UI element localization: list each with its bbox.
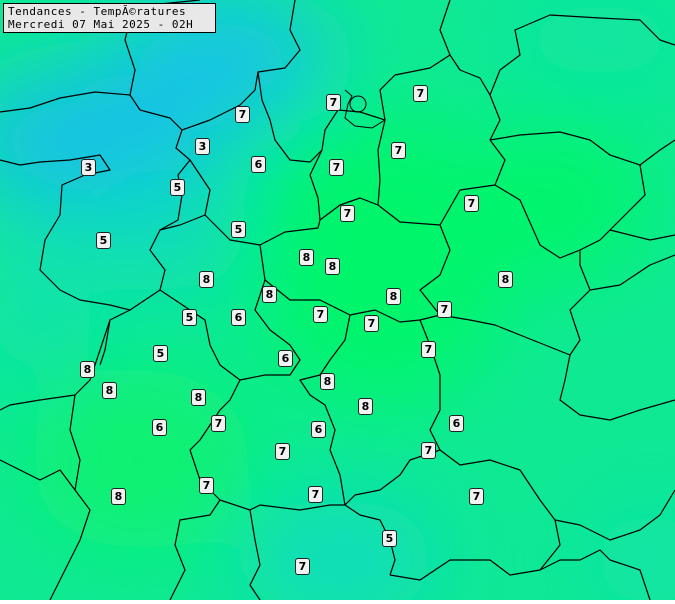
- station-value: 8: [299, 249, 314, 266]
- map-title: Tendances - TempÃ©ratures Mercredi 07 Ma…: [3, 3, 216, 33]
- station-value: 5: [96, 232, 111, 249]
- station-value: 8: [111, 488, 126, 505]
- station-value: 7: [313, 306, 328, 323]
- station-value: 6: [152, 419, 167, 436]
- station-value: 8: [386, 288, 401, 305]
- station-value: 6: [278, 350, 293, 367]
- station-value: 8: [191, 389, 206, 406]
- station-value: 5: [182, 309, 197, 326]
- station-value: 7: [211, 415, 226, 432]
- station-value: 7: [413, 85, 428, 102]
- station-value: 7: [275, 443, 290, 460]
- station-value: 5: [231, 221, 246, 238]
- station-value: 5: [170, 179, 185, 196]
- station-value: 8: [199, 271, 214, 288]
- station-value: 6: [231, 309, 246, 326]
- station-value: 3: [81, 159, 96, 176]
- station-value: 7: [364, 315, 379, 332]
- station-value: 8: [325, 258, 340, 275]
- map-title-line2: Mercredi 07 Mai 2025 - 02H: [8, 18, 194, 31]
- station-value: 6: [311, 421, 326, 438]
- station-value: 5: [153, 345, 168, 362]
- station-value: 7: [421, 442, 436, 459]
- station-value: 7: [308, 486, 323, 503]
- station-value: 7: [464, 195, 479, 212]
- station-value: 7: [391, 142, 406, 159]
- station-value: 5: [382, 530, 397, 547]
- station-value: 7: [295, 558, 310, 575]
- station-value: 8: [320, 373, 335, 390]
- station-value: 8: [262, 286, 277, 303]
- map-title-line1: Tendances - TempÃ©ratures: [8, 5, 187, 18]
- station-value: 7: [421, 341, 436, 358]
- station-value: 8: [358, 398, 373, 415]
- station-value: 8: [498, 271, 513, 288]
- station-value: 3: [195, 138, 210, 155]
- station-value: 8: [80, 361, 95, 378]
- station-value: 6: [251, 156, 266, 173]
- station-value: 8: [102, 382, 117, 399]
- station-value: 7: [199, 477, 214, 494]
- temperature-field: [0, 0, 675, 604]
- station-value: 7: [326, 94, 341, 111]
- map-canvas: [0, 0, 675, 604]
- station-value: 7: [340, 205, 355, 222]
- station-value: 7: [437, 301, 452, 318]
- temperature-map: [0, 0, 675, 604]
- station-value: 7: [235, 106, 250, 123]
- station-value: 7: [469, 488, 484, 505]
- station-value: 6: [449, 415, 464, 432]
- station-value: 7: [329, 159, 344, 176]
